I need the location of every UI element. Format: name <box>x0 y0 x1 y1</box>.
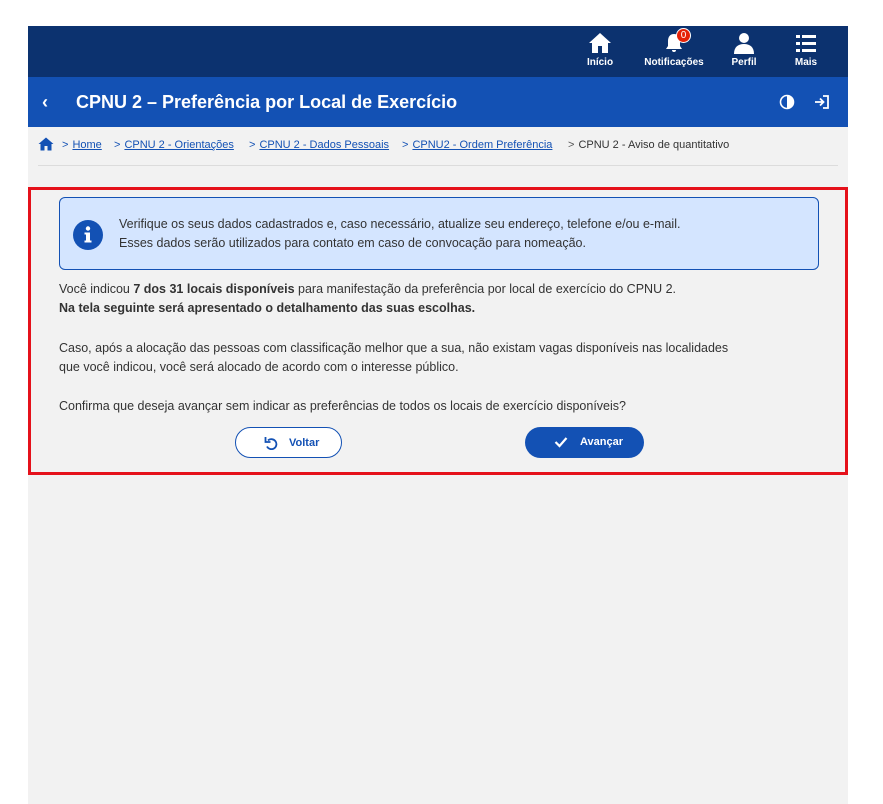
back-icon[interactable]: ‹ <box>42 91 58 113</box>
breadcrumb-home-icon[interactable] <box>38 137 54 151</box>
breadcrumb-item-orientacoes[interactable]: > CPNU 2 - Orientações <box>114 139 234 151</box>
home-icon <box>589 33 611 53</box>
breadcrumb-link-ordem-preferencia[interactable]: CPNU2 - Ordem Preferência <box>412 139 552 151</box>
paragraph-detalhamento: Na tela seguinte será apresentado o deta… <box>59 301 476 315</box>
breadcrumb-link-home[interactable]: Home <box>72 139 101 151</box>
highlight-box: Verifique os seus dados cadastrados e, c… <box>28 187 848 475</box>
breadcrumb-current-label: CPNU 2 - Aviso de quantitativo <box>578 139 730 151</box>
breadcrumb-current: > CPNU 2 - Aviso de quantitativo <box>568 139 729 151</box>
list-icon <box>796 35 816 52</box>
alert-line-2: Esses dados serão utilizados para contat… <box>119 236 586 250</box>
breadcrumb-link-dados-pessoais[interactable]: CPNU 2 - Dados Pessoais <box>259 139 389 151</box>
undo-icon <box>264 437 278 450</box>
page-title: CPNU 2 – Preferência por Local de Exercí… <box>76 92 458 112</box>
top-navigation: Início 0 Notificações Perfil Mais <box>28 26 848 77</box>
paragraph-alocacao-line-2: que você indicou, você será alocado de a… <box>59 360 459 374</box>
nav-item-perfil[interactable]: Perfil <box>728 31 760 75</box>
voltar-button[interactable]: Voltar <box>235 427 342 458</box>
breadcrumb-separator: > <box>402 139 409 151</box>
nav-item-notificacoes[interactable]: 0 Notificações <box>644 28 704 75</box>
contrast-icon[interactable] <box>779 94 795 110</box>
title-bar: ‹ CPNU 2 – Preferência por Local de Exer… <box>28 77 848 127</box>
breadcrumb-separator: > <box>114 139 121 151</box>
sign-in-icon[interactable] <box>814 94 830 110</box>
paragraph-locais-highlight: 7 dos 31 locais disponíveis <box>133 282 295 296</box>
alert-line-1: Verifique os seus dados cadastrados e, c… <box>119 217 681 231</box>
avancar-label: Avançar <box>580 436 624 448</box>
breadcrumb-separator: > <box>568 139 575 151</box>
nav-label-perfil: Perfil <box>731 57 757 68</box>
info-icon <box>73 220 103 250</box>
paragraph-locais-c: para manifestação da preferência por loc… <box>294 282 676 296</box>
paragraph-confirma: Confirma que deseja avançar sem indicar … <box>59 399 626 413</box>
breadcrumb-item-ordem-preferencia[interactable]: > CPNU2 - Ordem Preferência <box>402 139 552 151</box>
breadcrumb-link-orientacoes[interactable]: CPNU 2 - Orientações <box>124 139 233 151</box>
paragraph-alocacao-line-1: Caso, após a alocação das pessoas com cl… <box>59 341 729 355</box>
breadcrumb-item-dados-pessoais[interactable]: > CPNU 2 - Dados Pessoais <box>249 139 389 151</box>
nav-item-inicio[interactable]: Início <box>584 31 616 75</box>
check-icon <box>554 437 568 448</box>
breadcrumb-separator: > <box>62 139 69 151</box>
page: Início 0 Notificações Perfil Mais ‹ CPNU… <box>28 26 848 804</box>
nav-label-inicio: Início <box>586 57 614 68</box>
paragraph-locais: Você indicou 7 dos 31 locais disponíveis… <box>59 282 676 296</box>
breadcrumb-item-home[interactable]: > Home <box>62 139 102 151</box>
nav-item-mais[interactable]: Mais <box>790 31 822 75</box>
voltar-label: Voltar <box>289 437 320 449</box>
breadcrumb: > Home > CPNU 2 - Orientações > CPNU 2 - Da… <box>38 136 838 166</box>
nav-label-mais: Mais <box>794 57 818 68</box>
nav-label-notificacoes: Notificações <box>644 57 704 68</box>
paragraph-locais-a: Você indicou <box>59 282 134 296</box>
user-icon <box>734 33 754 54</box>
breadcrumb-separator: > <box>249 139 256 151</box>
notification-badge: 0 <box>676 28 691 43</box>
avancar-button[interactable]: Avançar <box>525 427 644 458</box>
info-alert: Verifique os seus dados cadastrados e, c… <box>59 197 819 270</box>
